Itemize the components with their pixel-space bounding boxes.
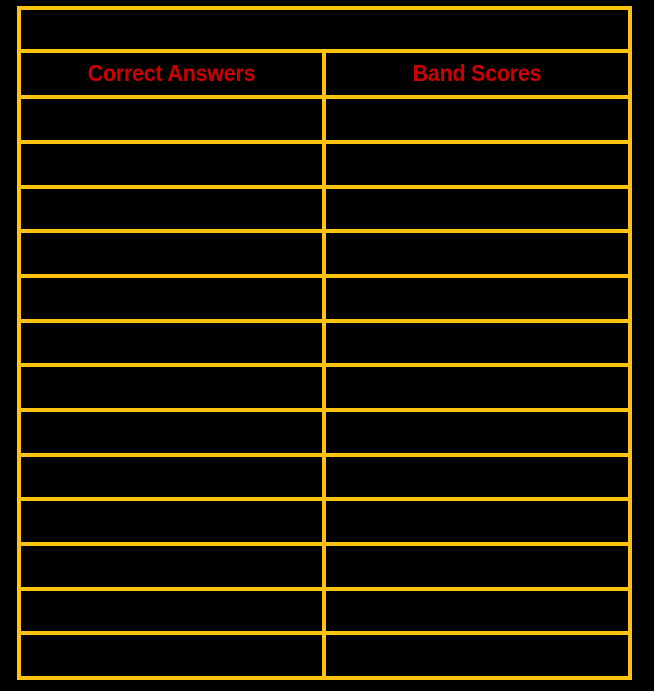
table-row [17, 184, 632, 234]
table-row [17, 452, 632, 502]
cell-band-scores [322, 631, 632, 680]
table-row [17, 139, 632, 189]
cell-band-scores-text [326, 298, 628, 299]
cell-band-scores-text [326, 432, 628, 433]
table-title-cell [17, 6, 632, 53]
cell-band-scores-text [326, 387, 628, 388]
cell-correct-answers [17, 452, 326, 502]
table-row [17, 229, 632, 278]
cell-band-scores-text [326, 655, 628, 656]
cell-band-scores-text [326, 119, 628, 120]
cell-band-scores [322, 497, 632, 546]
cell-band-scores [322, 273, 632, 323]
table-row [17, 95, 632, 144]
table-title-row [17, 6, 632, 53]
cell-band-scores [322, 95, 632, 144]
cell-correct-answers-text [21, 342, 322, 343]
cell-correct-answers-text [21, 521, 322, 522]
cell-band-scores-text [326, 476, 628, 477]
cell-band-scores-text [326, 164, 628, 165]
cell-correct-answers-text [21, 387, 322, 388]
page-root: Correct Answers Band Scores [0, 0, 654, 691]
cell-band-scores [322, 184, 632, 234]
cell-correct-answers-text [21, 253, 322, 254]
band-score-table: Correct Answers Band Scores [17, 6, 632, 680]
cell-correct-answers [17, 541, 326, 591]
cell-band-scores-text [326, 610, 628, 611]
cell-correct-answers-text [21, 566, 322, 567]
column-header-band-scores: Band Scores [322, 48, 632, 100]
cell-correct-answers-text [21, 164, 322, 165]
cell-band-scores [322, 586, 632, 636]
table-title-text [21, 29, 628, 30]
table-header-row: Correct Answers Band Scores [17, 48, 632, 100]
table-row [17, 497, 632, 546]
table-body: Correct Answers Band Scores [17, 6, 632, 680]
cell-band-scores-text [326, 566, 628, 567]
table-row [17, 273, 632, 323]
column-header-band-scores-label: Band Scores [412, 60, 542, 87]
table-row [17, 586, 632, 636]
cell-band-scores-text [326, 342, 628, 343]
cell-correct-answers-text [21, 655, 322, 656]
column-header-correct-answers-label: Correct Answers [87, 60, 256, 87]
cell-correct-answers [17, 363, 326, 412]
table-row [17, 407, 632, 457]
table-row [17, 318, 632, 368]
cell-correct-answers [17, 631, 326, 680]
cell-correct-answers [17, 586, 326, 636]
cell-band-scores [322, 452, 632, 502]
cell-band-scores [322, 318, 632, 368]
cell-correct-answers [17, 318, 326, 368]
cell-correct-answers [17, 497, 326, 546]
table-row [17, 363, 632, 412]
cell-correct-answers-text [21, 432, 322, 433]
bottom-cutoff-region [17, 685, 628, 691]
cell-correct-answers [17, 273, 326, 323]
cell-band-scores-text [326, 253, 628, 254]
table-row [17, 631, 632, 680]
cell-correct-answers [17, 229, 326, 278]
cell-correct-answers-text [21, 476, 322, 477]
cell-band-scores [322, 139, 632, 189]
cell-correct-answers-text [21, 610, 322, 611]
cell-correct-answers-text [21, 298, 322, 299]
cell-band-scores [322, 363, 632, 412]
cell-band-scores-text [326, 208, 628, 209]
cell-band-scores-text [326, 521, 628, 522]
cell-correct-answers-text [21, 119, 322, 120]
cell-correct-answers [17, 95, 326, 144]
cell-band-scores [322, 541, 632, 591]
cell-correct-answers [17, 139, 326, 189]
column-header-correct-answers: Correct Answers [17, 48, 326, 100]
cell-band-scores [322, 229, 632, 278]
cell-correct-answers [17, 184, 326, 234]
cell-band-scores [322, 407, 632, 457]
cell-correct-answers [17, 407, 326, 457]
table-row [17, 541, 632, 591]
cell-correct-answers-text [21, 208, 322, 209]
